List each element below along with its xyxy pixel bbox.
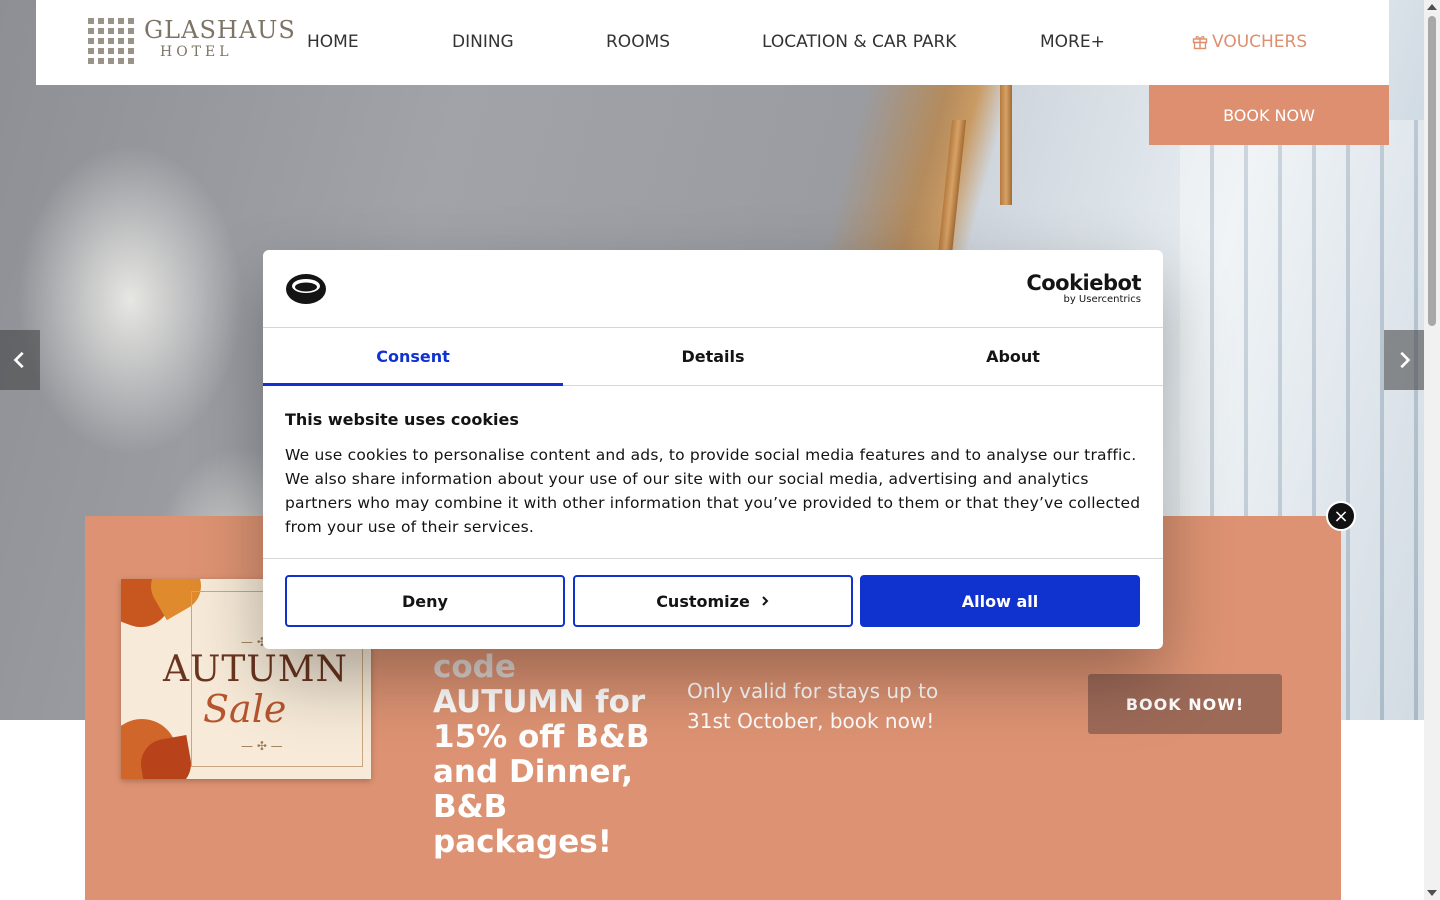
nav-rooms[interactable]: ROOMS (606, 32, 670, 52)
ornament-icon: — ✣ — (241, 739, 283, 753)
cookie-description: We use cookies to personalise content an… (285, 446, 1141, 536)
logo-mark-icon (88, 18, 134, 64)
promo-headline-text: AUTUMN for 15% off B&B and Dinner, B&B p… (433, 684, 650, 860)
cookiebot-logo-icon (286, 274, 326, 304)
nav-more[interactable]: MORE+ (1040, 32, 1105, 52)
logo-text: GLASHAUS HOTEL (144, 16, 296, 60)
nav-home[interactable]: HOME (307, 32, 359, 52)
nav-dining[interactable]: DINING (452, 32, 514, 52)
carousel-next-button[interactable] (1384, 330, 1424, 390)
gift-icon (1192, 36, 1208, 50)
cookie-actions: Deny Customize Allow all (263, 558, 1163, 649)
customize-button-label: Customize (656, 591, 750, 611)
autumn-image-title: AUTUMN (163, 649, 349, 690)
cookie-body: This website uses cookies We use cookies… (285, 410, 1145, 539)
cookie-dialog-header: Cookiebot by Usercentrics (263, 250, 1163, 328)
carousel-prev-button[interactable] (0, 330, 40, 390)
cookiebot-brand[interactable]: Cookiebot by Usercentrics (1026, 272, 1141, 306)
nav-vouchers-label: VOUCHERS (1212, 32, 1308, 52)
deny-button[interactable]: Deny (285, 575, 565, 627)
chevron-right-icon (762, 596, 769, 606)
scroll-down-icon[interactable] (1427, 890, 1437, 896)
cookiebot-brand-sub: by Usercentrics (1063, 294, 1141, 305)
promo-headline: code AUTUMN for 15% off B&B and Dinner, … (433, 650, 673, 860)
logo-text-main: GLASHAUS (144, 16, 296, 44)
promo-subtext: Only valid for stays up to 31st October,… (687, 679, 939, 733)
allow-all-button[interactable]: Allow all (860, 575, 1140, 627)
nav-vouchers[interactable]: VOUCHERS (1192, 32, 1307, 52)
cookiebot-brand-name: Cookiebot (1026, 271, 1141, 295)
cookie-consent-dialog: Cookiebot by Usercentrics Consent Detail… (263, 250, 1163, 649)
scroll-up-icon[interactable] (1427, 4, 1437, 10)
chevron-left-icon (13, 351, 24, 369)
site-header: GLASHAUS HOTEL HOME DINING ROOMS LOCATIO… (36, 0, 1389, 85)
logo-text-sub: HOTEL (160, 44, 233, 60)
book-now-button[interactable]: BOOK NOW (1149, 85, 1389, 145)
page-scrollbar[interactable] (1424, 0, 1440, 900)
promo-headline-partial: code (433, 649, 516, 685)
tab-details[interactable]: Details (563, 328, 863, 385)
tab-about[interactable]: About (863, 328, 1163, 385)
nav-location-car-park[interactable]: LOCATION & CAR PARK (762, 32, 956, 52)
customize-button[interactable]: Customize (573, 575, 853, 627)
chevron-right-icon (1400, 351, 1411, 369)
cookie-title: This website uses cookies (285, 410, 519, 429)
promo-close-button[interactable]: × (1326, 501, 1356, 531)
scrollbar-thumb[interactable] (1428, 16, 1436, 326)
hero-wood-beam (1000, 85, 1012, 205)
autumn-image-subtitle: Sale (203, 687, 287, 731)
tab-consent[interactable]: Consent (263, 328, 563, 386)
hotel-logo[interactable]: GLASHAUS HOTEL (86, 14, 295, 70)
promo-book-now-button[interactable]: BOOK NOW! (1088, 674, 1282, 734)
cookie-tabs: Consent Details About (263, 328, 1163, 386)
